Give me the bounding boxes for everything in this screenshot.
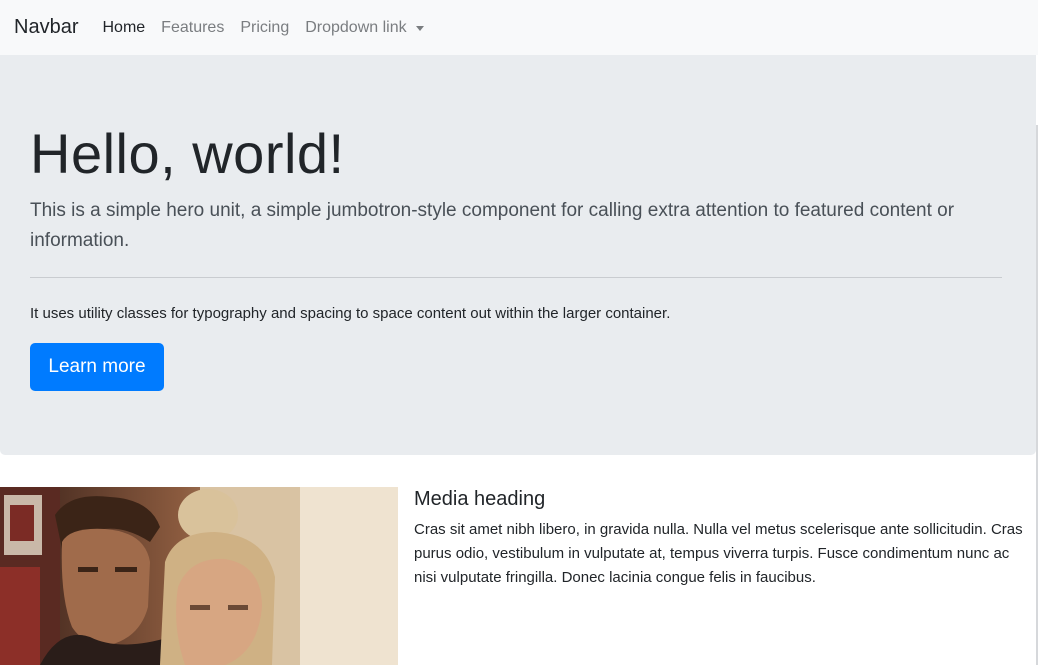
photo-of-man-and-woman-icon (0, 487, 398, 665)
divider (30, 277, 1002, 278)
caret-down-icon (415, 25, 424, 31)
media-body: Media heading Cras sit amet nibh libero,… (414, 488, 1028, 590)
media-image (0, 487, 398, 665)
nav-link-dropdown[interactable]: Dropdown link (305, 18, 424, 37)
media-text: Cras sit amet nibh libero, in gravida nu… (414, 521, 1023, 586)
navbar-brand[interactable]: Navbar (14, 16, 78, 39)
hero-title: Hello, world! (30, 122, 345, 185)
media-heading: Media heading (414, 488, 546, 510)
navbar: Navbar Home Features Pricing Dropdown li… (0, 0, 1038, 55)
nav-link-home[interactable]: Home (102, 19, 145, 37)
hero-body-text: It uses utility classes for typography a… (30, 305, 671, 322)
nav-link-pricing[interactable]: Pricing (240, 19, 289, 37)
nav-link-features[interactable]: Features (161, 19, 224, 37)
learn-more-button[interactable]: Learn more (30, 343, 164, 391)
nav-dropdown-label: Dropdown link (305, 18, 407, 36)
jumbotron: Hello, world! This is a simple hero unit… (0, 55, 1036, 455)
hero-lead: This is a simple hero unit, a simple jum… (30, 200, 955, 251)
